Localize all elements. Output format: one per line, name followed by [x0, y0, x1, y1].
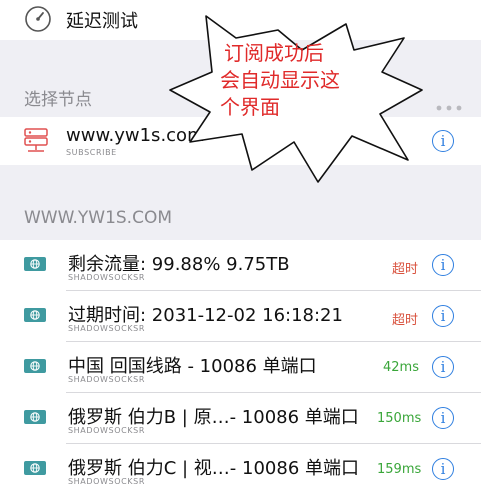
info-icon[interactable]: i [432, 407, 454, 429]
node-row[interactable]: 俄罗斯 伯力C | 视…- 10086 单端口 SHADOWSOCKSR 159… [0, 444, 481, 493]
node-list: 剩余流量: 99.88% 9.75TB SHADOWSOCKSR 超时 i 过期… [0, 240, 481, 493]
node-row[interactable]: 俄罗斯 伯力B | 原…- 10086 单端口 SHADOWSOCKSR 150… [0, 393, 481, 443]
speedometer-icon [24, 5, 52, 37]
annotation-line-1: 订阅成功后 [224, 41, 324, 65]
node-latency: 42ms [383, 360, 419, 375]
node-protocol: SHADOWSOCKSR [68, 273, 145, 282]
select-node-header: 选择节点 [24, 90, 92, 110]
node-protocol: SHADOWSOCKSR [68, 477, 145, 486]
node-protocol: SHADOWSOCKSR [68, 426, 145, 435]
node-latency: 超时 [392, 262, 419, 277]
node-latency: 150ms [377, 411, 422, 426]
node-protocol: SHADOWSOCKSR [68, 324, 145, 333]
info-icon[interactable]: i [432, 254, 454, 276]
node-protocol: SHADOWSOCKSR [68, 375, 145, 384]
info-icon[interactable]: i [432, 356, 454, 378]
annotation-line-3: 个界面 [220, 95, 280, 119]
server-icon [24, 128, 48, 158]
more-dots-icon[interactable] [436, 96, 462, 115]
annotation-callout: 订阅成功后 会自动显示这 个界面 [168, 10, 428, 185]
group-header: WWW.YW1S.COM [24, 208, 173, 228]
annotation-line-2: 会自动显示这 [220, 68, 340, 92]
info-icon[interactable]: i [432, 305, 454, 327]
globe-icon [24, 359, 46, 373]
node-row[interactable]: 过期时间: 2031-12-02 16:18:21 SHADOWSOCKSR 超… [0, 291, 481, 341]
node-latency: 超时 [392, 313, 419, 328]
node-latency: 159ms [377, 462, 422, 477]
subscription-tag: SUBSCRIBE [66, 148, 117, 157]
globe-icon [24, 308, 46, 322]
globe-icon [24, 410, 46, 424]
latency-test-label: 延迟测试 [66, 11, 138, 32]
node-row[interactable]: 中国 回国线路 - 10086 单端口 SHADOWSOCKSR 42ms i [0, 342, 481, 392]
globe-icon [24, 461, 46, 475]
info-icon[interactable]: i [432, 458, 454, 480]
globe-icon [24, 257, 46, 271]
info-icon[interactable]: i [432, 130, 454, 152]
node-row[interactable]: 剩余流量: 99.88% 9.75TB SHADOWSOCKSR 超时 i [0, 240, 481, 290]
